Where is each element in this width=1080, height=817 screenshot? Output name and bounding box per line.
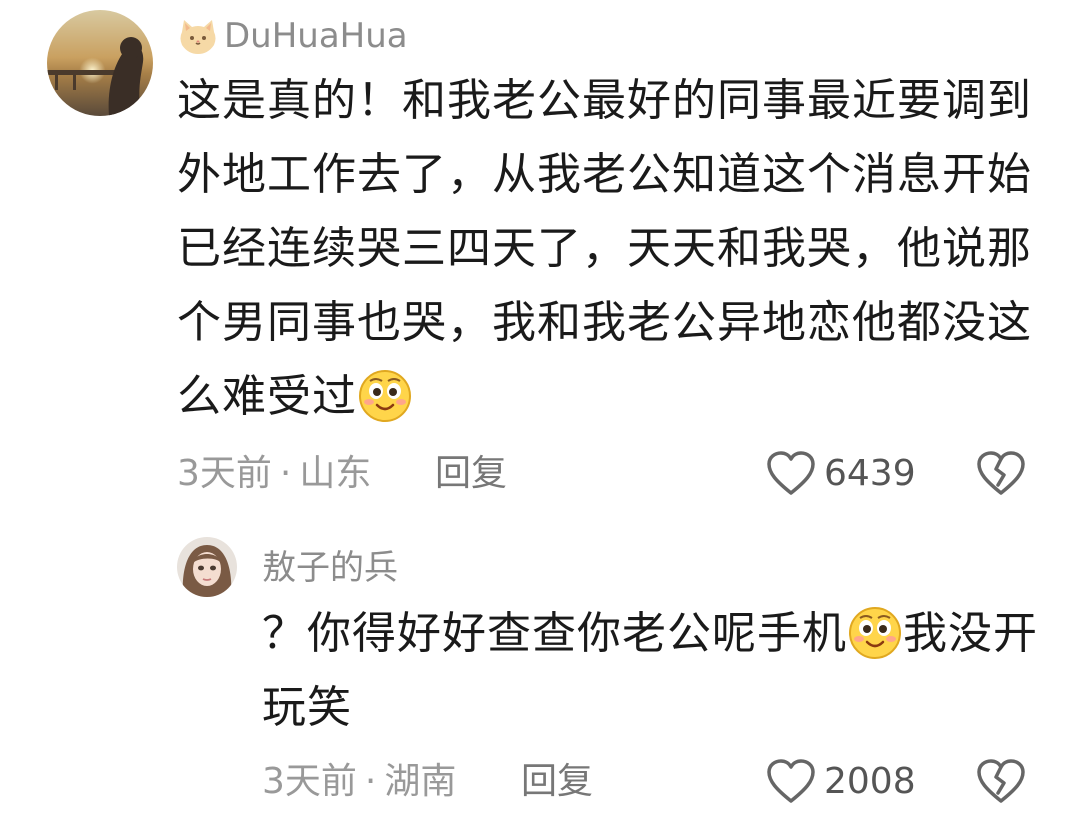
reply-button[interactable]: 回复	[435, 452, 507, 496]
username[interactable]: 敖子的兵	[262, 548, 398, 588]
avatar[interactable]	[177, 537, 237, 597]
comment-line: 玩笑	[262, 682, 352, 733]
comment-meta: 3天前 · 湖南	[262, 760, 456, 804]
comment-line: ？你得好好查查你老公呢手机 我没开	[262, 597, 1038, 671]
meta-separator: ·	[364, 761, 377, 802]
like-heart-icon[interactable]	[766, 759, 816, 805]
avatar[interactable]	[47, 10, 153, 116]
like-count: 2008	[824, 761, 916, 802]
comment-body: 这是真的！和我老公最好的同事最近要调到 外地工作去了，从我老公知道这个消息开始 …	[177, 64, 1032, 434]
like-count: 6439	[824, 453, 916, 494]
comment-meta: 3天前 · 山东	[177, 452, 371, 496]
like-heart-icon[interactable]	[766, 451, 816, 497]
comment-line: 个男同事也哭，我和我老公异地恋他都没这	[177, 297, 1032, 348]
smiley-emoji-icon	[847, 604, 903, 660]
comment-line-text: 么难受过	[177, 371, 357, 422]
comment-line: 这是真的！和我老公最好的同事最近要调到	[177, 75, 1032, 126]
comment-line: 外地工作去了，从我老公知道这个消息开始	[177, 149, 1032, 200]
comment-line: 已经连续哭三四天了，天天和我哭，他说那	[177, 223, 1032, 274]
meta-separator: ·	[279, 453, 292, 494]
location: 湖南	[384, 761, 457, 802]
timestamp: 3天前	[262, 761, 357, 802]
dislike-broken-heart-icon[interactable]	[976, 451, 1026, 497]
comment-thread: DuHuaHua 这是真的！和我老公最好的同事最近要调到 外地工作去了，从我老公…	[0, 0, 1080, 817]
cat-icon	[178, 18, 218, 56]
timestamp: 3天前	[177, 453, 272, 494]
smiley-emoji-icon	[357, 367, 413, 423]
dislike-broken-heart-icon[interactable]	[976, 759, 1026, 805]
location: 山东	[299, 453, 372, 494]
comment-line-text: 我没开	[903, 608, 1038, 659]
comment-line: 么难受过	[177, 360, 1032, 434]
reply-button[interactable]: 回复	[521, 760, 593, 804]
username[interactable]: DuHuaHua	[224, 16, 408, 56]
comment-line-text: ？你得好好查查你老公呢手机	[262, 608, 847, 659]
comment-body: ？你得好好查查你老公呢手机 我没开 玩笑	[262, 597, 1038, 745]
